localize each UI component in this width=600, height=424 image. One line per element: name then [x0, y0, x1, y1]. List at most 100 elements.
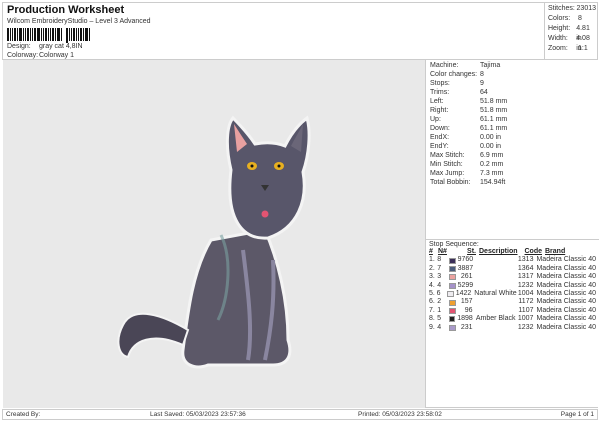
stat-value: 4.08 in — [576, 35, 590, 52]
stitch-count: 9760 — [457, 256, 474, 264]
stitch-count: 1422 — [455, 289, 472, 297]
needle-number: 1 — [437, 306, 442, 314]
thread-code: 1007 — [517, 315, 534, 323]
thread-description: Natural White — [474, 289, 517, 297]
property-row: Stops: 9 — [430, 79, 598, 88]
row-index: 3. — [429, 273, 435, 281]
thread-brand: Madeira Classic 40 — [536, 273, 597, 281]
property-value: 61.1 mm — [480, 125, 508, 132]
thread-brand: Madeira Classic 40 — [536, 323, 597, 331]
sequence-row: 2. 7 3887 1364 Madeira Classic 40 — [429, 265, 596, 273]
thread-code: 1232 — [517, 281, 534, 289]
stitch-count: 231 — [460, 323, 473, 331]
footer: Created By: Last Saved: 05/03/2023 23:57… — [2, 409, 598, 420]
stat-row: Width: 4.08 in — [548, 34, 596, 52]
property-value: 6.9 mm — [480, 152, 504, 159]
stats-box: Stitches: 23013 Colors: 8 Height: 4.81 in Widt… — [544, 3, 599, 59]
needle-number: 2 — [437, 298, 442, 306]
col-index: # — [429, 248, 433, 255]
col-code: Code — [524, 248, 543, 255]
sequence-row: 3. 3 261 1317 Madeira Classic 40 — [429, 273, 596, 281]
machine-properties: Machine: Tajima Color changes: 8 Stops: 9 Trim… — [430, 61, 598, 187]
details-panel: Machine: Tajima Color changes: 8 Stops: 9 Trim… — [425, 60, 599, 408]
design-preview — [3, 60, 425, 408]
property-label: Max Jump: — [430, 170, 465, 177]
row-index: 7. — [429, 306, 435, 314]
sequence-header: # N# St. Description Code Brand — [429, 248, 596, 256]
property-label: Down: — [430, 125, 450, 132]
software-name: Wilcom EmbroideryStudio – Level 3 Advanc… — [7, 18, 151, 25]
property-label: Max Stitch: — [430, 152, 465, 159]
thread-code: 1172 — [518, 298, 534, 306]
color-swatch — [448, 316, 456, 323]
page-number: Page 1 of 1 — [560, 411, 594, 418]
sequence-row: 5. 6 1422 Natural White 1004 Madeira Classic … — [429, 290, 596, 298]
colorway-label: Colorway: — [7, 52, 39, 59]
thread-brand: Madeira Classic 40 — [536, 315, 596, 323]
property-label: Up: — [430, 116, 441, 123]
page-title: Production Worksheet — [7, 4, 125, 16]
thread-code: 1317 — [517, 273, 534, 281]
stitch-count: 3887 — [457, 264, 474, 272]
col-needle: N# — [438, 248, 447, 255]
stat-row: Stitches: 23013 — [548, 4, 596, 14]
stop-sequence-title: Stop Sequence: — [429, 241, 479, 248]
stat-row: Height: 4.81 in — [548, 24, 596, 42]
stat-label: Zoom: — [548, 45, 568, 52]
stat-row: Colors: 8 — [548, 14, 596, 24]
property-value: 61.1 mm — [480, 116, 508, 123]
row-index: 1. — [429, 256, 435, 264]
property-value: 0.00 in — [480, 134, 502, 141]
property-row: Right: 51.8 mm — [430, 106, 598, 115]
property-row: EndY: 0.00 in — [430, 142, 598, 151]
last-saved: Last Saved: 05/03/2023 23:57:36 — [150, 411, 246, 418]
property-value: 51.8 mm — [480, 98, 508, 105]
property-row: Max Stitch: 6.9 mm — [430, 151, 598, 160]
col-description: Description — [479, 248, 518, 255]
property-row: Down: 61.1 mm — [430, 124, 598, 133]
thread-brand: Madeira Classic 40 — [536, 289, 596, 297]
color-swatch — [449, 274, 456, 281]
design-row: Design: gray cat 4,8IN — [7, 43, 83, 50]
property-row: Color changes: 8 — [430, 70, 598, 79]
property-label: Right: — [430, 107, 449, 114]
needle-number: 5 — [437, 315, 441, 323]
sequence-row: 9. 4 231 1232 Madeira Classic 40 — [429, 324, 596, 332]
row-index: 5. — [429, 289, 435, 297]
thread-brand: Madeira Classic 40 — [536, 306, 597, 314]
property-value: Tajima — [480, 62, 501, 69]
thread-code: 1004 — [517, 289, 534, 297]
property-label: Stops: — [430, 80, 450, 87]
thread-code: 1364 — [517, 264, 534, 272]
property-value: 7.3 mm — [480, 170, 504, 177]
row-index: 2. — [429, 264, 435, 272]
thread-brand: Madeira Classic 40 — [536, 281, 596, 289]
color-swatch — [447, 291, 454, 298]
stat-value: 23013 — [576, 5, 596, 12]
design-value: gray cat 4,8IN — [39, 43, 83, 50]
property-value: 154.94ft — [480, 179, 506, 186]
stat-label: Stitches: — [548, 5, 575, 12]
color-swatch — [449, 282, 456, 289]
property-row: Max Jump: 7.3 mm — [430, 169, 598, 178]
thread-brand: Madeira Classic 40 — [536, 256, 596, 264]
color-swatch — [449, 324, 456, 331]
property-row: Machine: Tajima — [430, 61, 598, 70]
property-row: Left: 51.8 mm — [430, 97, 598, 106]
thread-brand: Madeira Classic 40 — [536, 298, 597, 306]
thread-brand: Madeira Classic 40 — [536, 264, 596, 272]
stat-row: Zoom: 1:1 — [548, 44, 596, 54]
stat-value: 4.81 in — [576, 25, 590, 42]
stat-value: 8 — [578, 15, 582, 22]
stat-value: 1:1 — [578, 45, 588, 52]
stat-label: Width: — [548, 35, 568, 42]
property-row: EndX: 0.00 in — [430, 133, 598, 142]
property-value: 9 — [480, 80, 484, 87]
property-label: Total Bobbin: — [430, 179, 471, 186]
property-value: 8 — [480, 71, 484, 78]
property-label: Left: — [430, 98, 444, 105]
needle-number: 6 — [436, 289, 441, 297]
thread-code: 1313 — [517, 256, 534, 264]
barcode — [7, 28, 107, 43]
colorway-row: Colorway:Colorway 1 — [7, 52, 74, 59]
